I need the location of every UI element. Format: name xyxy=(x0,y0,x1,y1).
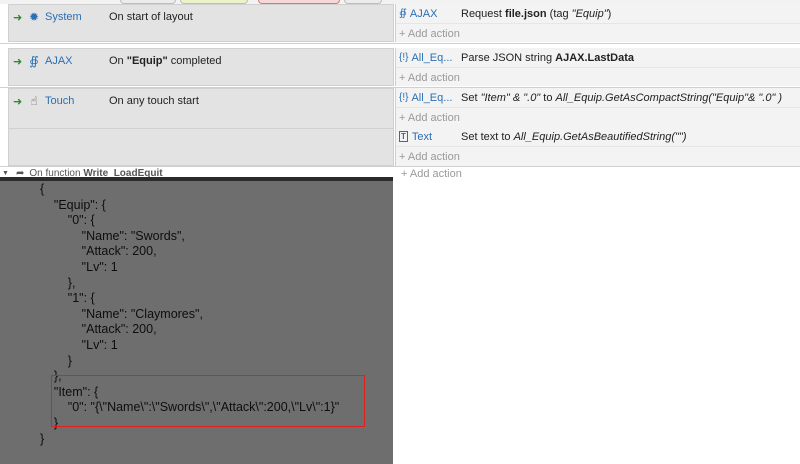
action-row[interactable]: {!} All_Eq... Set "Item" & ".0" to All_E… xyxy=(396,88,800,108)
add-action-link[interactable]: + Add action xyxy=(396,108,800,127)
condition-text: On start of layout xyxy=(109,11,193,23)
actions-cell: {!} All_Eq... Set "Item" & ".0" to All_E… xyxy=(395,88,800,166)
condition-cell[interactable]: ➜ ☝ Touch On any touch start xyxy=(8,88,394,166)
event-row[interactable]: ➜ ☝ Touch On any touch start {!} All_Eq.… xyxy=(0,88,800,166)
actions-cell: {!} All_Eq... Parse JSON string AJAX.Las… xyxy=(395,48,800,86)
action-object[interactable]: T Text xyxy=(396,131,458,143)
add-action-link[interactable]: + Add action xyxy=(396,147,800,166)
action-text: Set "Item" & ".0" to All_Equip.GetAsComp… xyxy=(461,91,783,104)
text-object-icon: T xyxy=(399,131,408,142)
trigger-arrow-icon: ➜ xyxy=(13,55,23,68)
json-icon: {!} xyxy=(399,52,409,63)
collapse-triangle-icon[interactable]: ▼ xyxy=(2,170,10,177)
ajax-icon: ∯ xyxy=(399,8,407,19)
condition-row[interactable]: ➜ ☝ Touch On any touch start xyxy=(9,89,393,113)
condition-cell[interactable]: ➜ ✹ System On start of layout xyxy=(8,4,394,42)
condition-row[interactable]: ➜ ∯ AJAX On "Equip" completed xyxy=(9,49,393,73)
trigger-arrow-icon: ➜ xyxy=(13,11,23,24)
condition-cell[interactable]: ➜ ∯ AJAX On "Equip" completed xyxy=(8,48,394,86)
action-row[interactable]: {!} All_Eq... Parse JSON string AJAX.Las… xyxy=(396,48,800,68)
trigger-arrow-icon: ➜ xyxy=(13,95,23,108)
condition-text: On any touch start xyxy=(109,95,199,107)
condition-object[interactable]: ☝ Touch xyxy=(27,94,99,108)
action-object[interactable]: {!} All_Eq... xyxy=(396,92,458,104)
event-row[interactable]: ➜ ∯ AJAX On "Equip" completed {!} All_Eq… xyxy=(0,48,800,86)
add-action-link[interactable]: + Add action xyxy=(396,24,800,43)
action-text: Request file.json (tag "Equip") xyxy=(461,7,612,20)
json-output-panel: { "Equip": { "0": { "Name": "Swords", "A… xyxy=(0,177,393,464)
event-row[interactable]: ➜ ✹ System On start of layout ∯ AJAX Req… xyxy=(0,4,800,42)
action-object[interactable]: {!} All_Eq... xyxy=(396,52,458,64)
divider xyxy=(9,128,393,129)
condition-text: On "Equip" completed xyxy=(109,55,222,67)
action-text: Set text to All_Equip.GetAsBeautifiedStr… xyxy=(461,130,687,143)
touch-hand-icon: ☝ xyxy=(30,94,38,108)
add-action-link[interactable]: + Add action xyxy=(398,168,462,180)
gear-icon: ✹ xyxy=(28,10,40,24)
event-sheet: ➜ ✹ System On start of layout ∯ AJAX Req… xyxy=(0,4,800,180)
ajax-icon: ∯ xyxy=(29,54,39,68)
actions-cell: ∯ AJAX Request file.json (tag "Equip") +… xyxy=(395,4,800,42)
action-text: Parse JSON string AJAX.LastData xyxy=(461,51,634,64)
json-icon: {!} xyxy=(399,92,409,103)
action-row[interactable]: ∯ AJAX Request file.json (tag "Equip") xyxy=(396,4,800,24)
condition-row[interactable]: ➜ ✹ System On start of layout xyxy=(9,5,393,29)
condition-object[interactable]: ∯ AJAX xyxy=(27,54,99,68)
action-row[interactable]: T Text Set text to All_Equip.GetAsBeauti… xyxy=(396,127,800,147)
condition-object[interactable]: ✹ System xyxy=(27,10,99,24)
add-action-link[interactable]: + Add action xyxy=(396,68,800,87)
highlight-box xyxy=(51,375,365,427)
action-object[interactable]: ∯ AJAX xyxy=(396,8,458,20)
divider xyxy=(0,43,800,44)
